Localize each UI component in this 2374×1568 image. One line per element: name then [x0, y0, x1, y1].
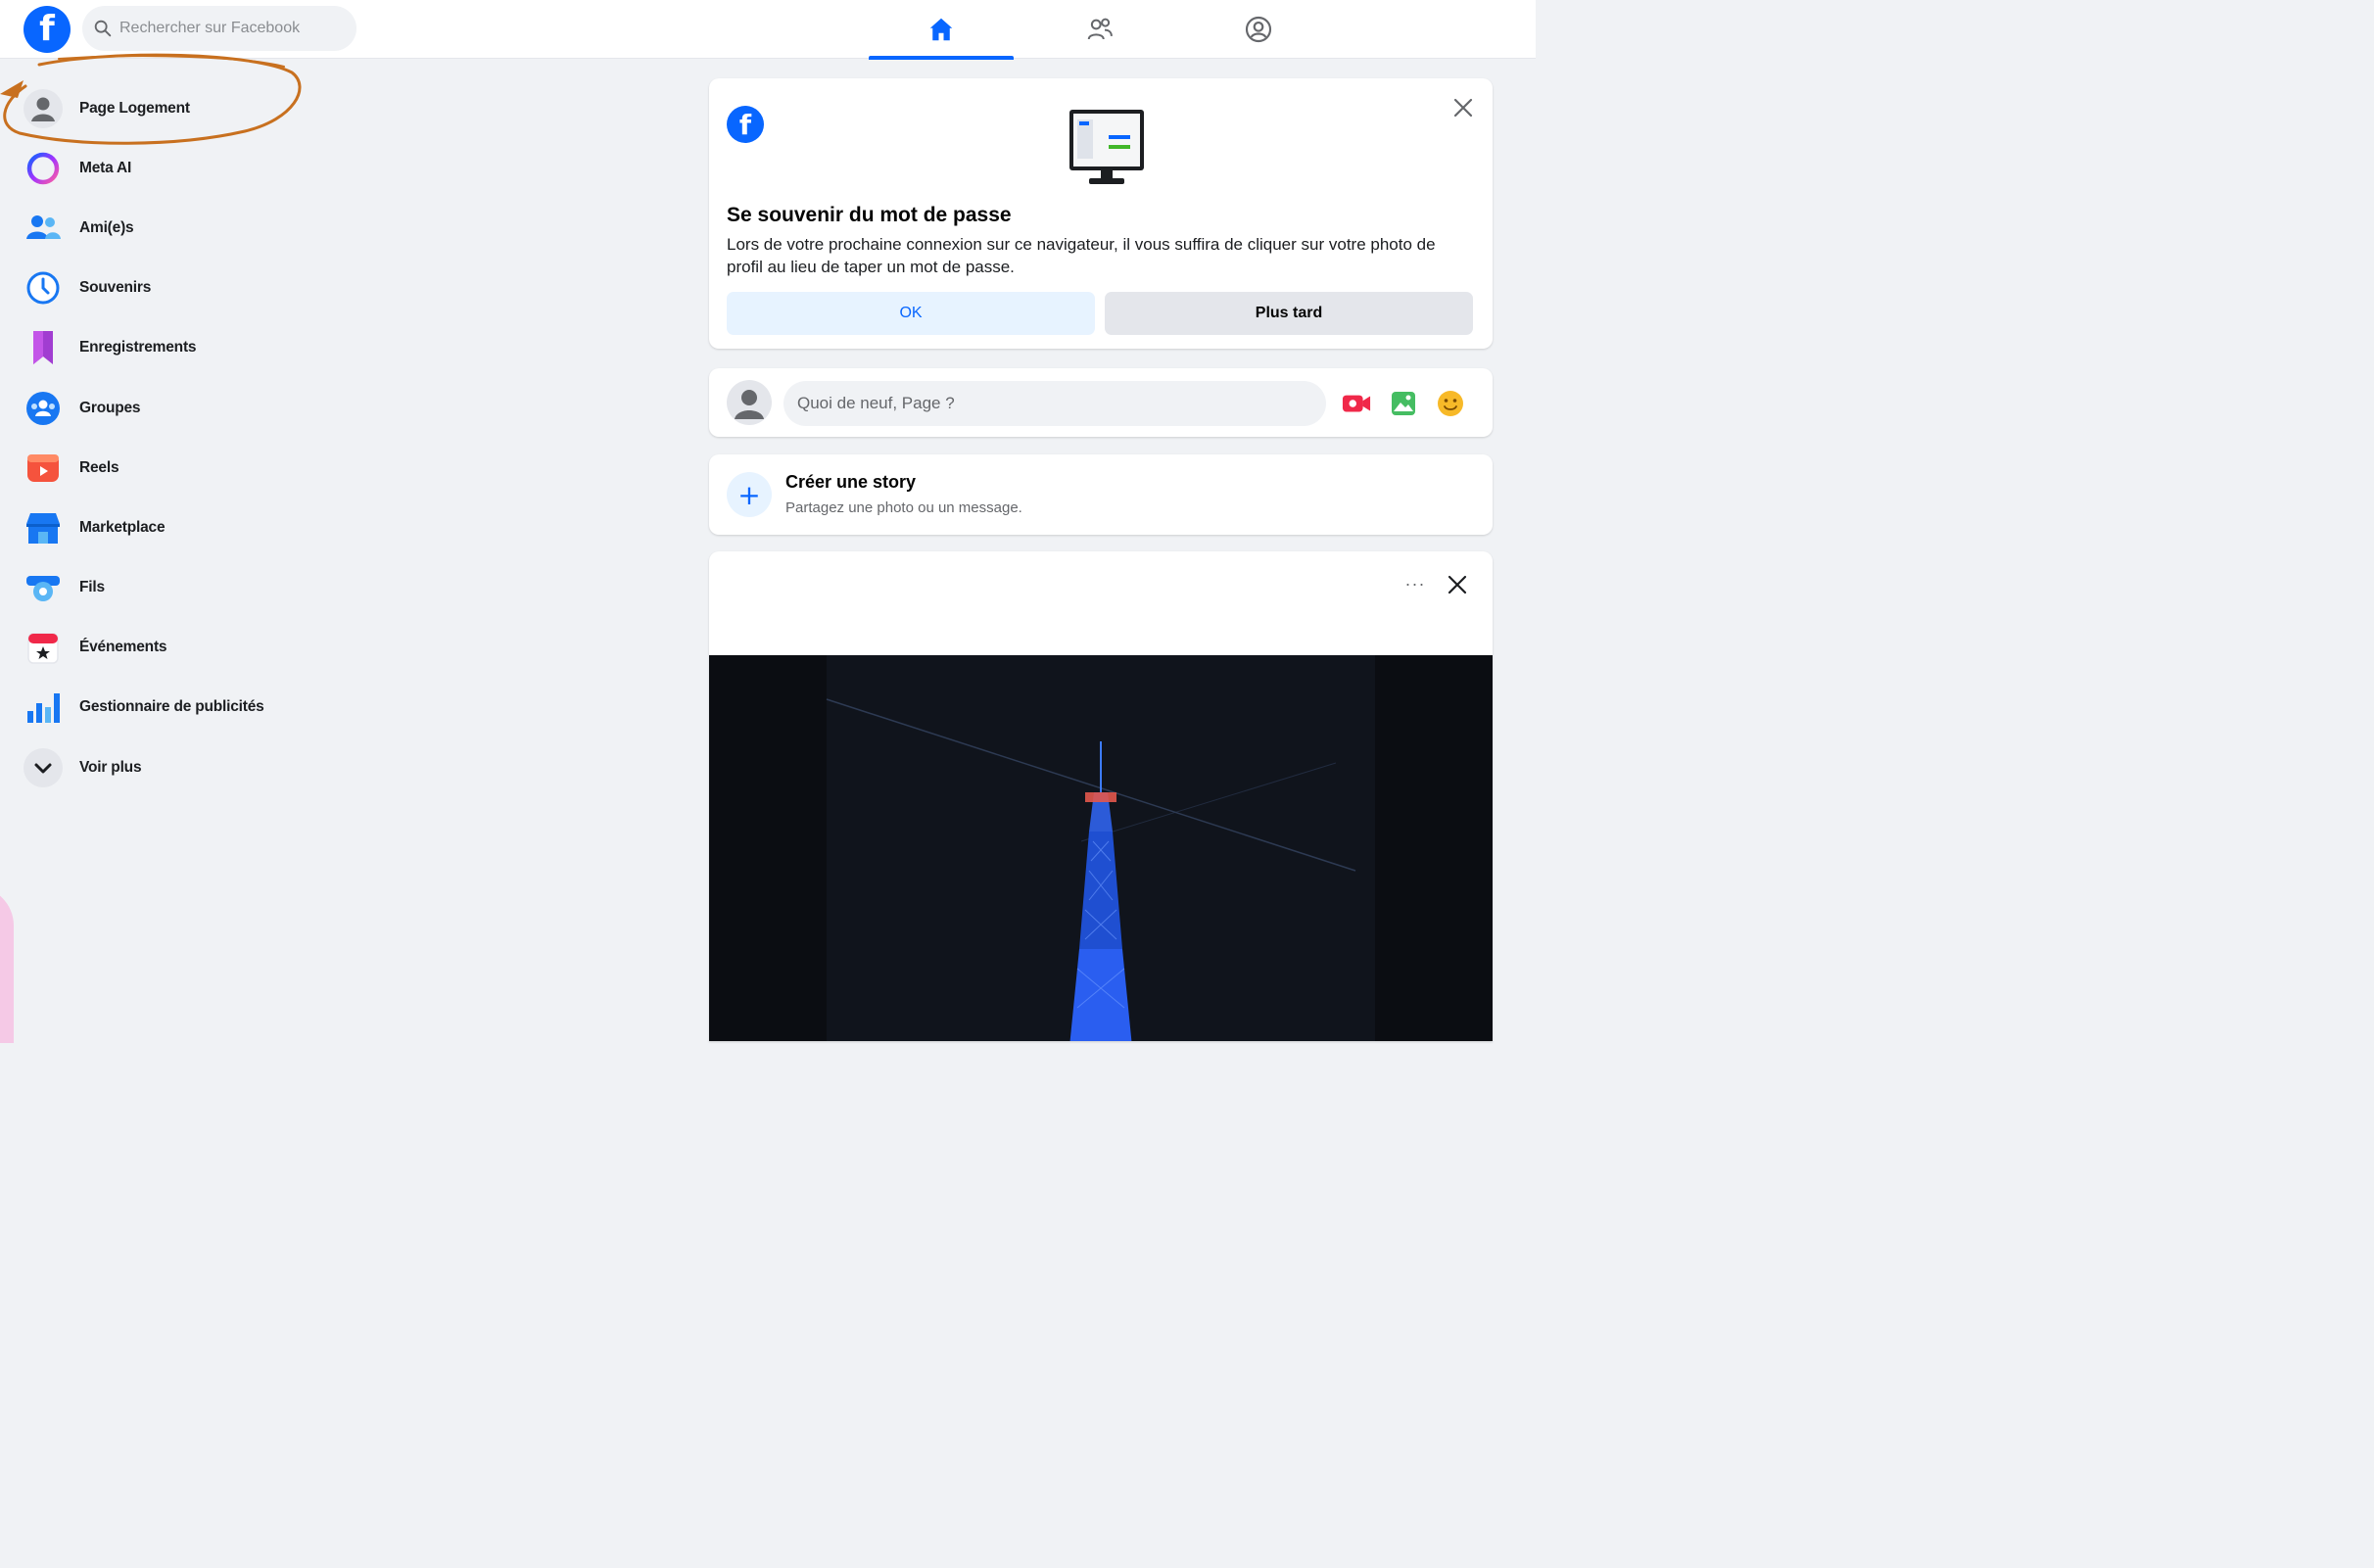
ok-button[interactable]: OK: [727, 292, 1095, 335]
profile-icon: [1245, 16, 1272, 43]
sidebar-item-groups[interactable]: Groupes: [16, 378, 309, 438]
calendar-star-icon: [24, 628, 63, 667]
chevron-down-icon: [24, 747, 63, 787]
sidebar-item-label: Enregistrements: [79, 339, 197, 356]
close-icon[interactable]: [1444, 571, 1471, 598]
search-input[interactable]: [119, 20, 345, 37]
sidebar-item-label: Marketplace: [79, 518, 166, 536]
sidebar-item-label: Voir plus: [79, 758, 142, 776]
bookmark-icon: [24, 328, 63, 367]
story-subtitle: Partagez une photo ou un message.: [785, 499, 1022, 516]
whats-on-your-mind-input[interactable]: [783, 381, 1326, 426]
more-options-icon[interactable]: ···: [1401, 569, 1430, 598]
live-video-icon[interactable]: [1342, 389, 1371, 418]
search-icon: [94, 20, 112, 37]
tab-profile[interactable]: [1186, 0, 1331, 59]
marketplace-shop-icon: [24, 508, 63, 547]
search-box[interactable]: [82, 6, 356, 51]
meta-ai-icon: [24, 149, 63, 188]
photo-icon[interactable]: [1389, 389, 1418, 418]
card-title: Se souvenir du mot de passe: [727, 204, 1012, 226]
sidebar-item-saved[interactable]: Enregistrements: [16, 318, 309, 378]
facebook-logo-icon[interactable]: f: [24, 6, 71, 53]
ads-chart-icon: [24, 688, 63, 727]
sidebar-item-label: Page Logement: [79, 99, 190, 117]
remember-password-card: f Se souvenir du mot de passe Lors de vo…: [709, 78, 1493, 349]
sidebar-item-label: Meta AI: [79, 159, 132, 176]
card-description: Lors de votre prochaine connexion sur ce…: [727, 235, 1436, 276]
sidebar-item-events[interactable]: Événements: [16, 618, 309, 678]
groups-icon: [24, 389, 63, 428]
friends-icon: [1087, 18, 1113, 40]
memories-clock-icon: [24, 268, 63, 308]
tab-friends[interactable]: [1027, 0, 1172, 59]
sidebar-item-meta-ai[interactable]: Meta AI: [16, 138, 309, 198]
sidebar-item-label: Fils: [79, 579, 105, 596]
sidebar-item-memories[interactable]: Souvenirs: [16, 259, 309, 318]
story-title: Créer une story: [785, 472, 917, 492]
post-composer: [709, 368, 1493, 437]
eiffel-tower-night-photo[interactable]: [709, 655, 1493, 1041]
decorative-corner: [0, 886, 14, 1043]
avatar[interactable]: [727, 380, 772, 425]
monitor-illustration-icon: [1069, 110, 1144, 184]
top-navigation-bar: f: [0, 0, 1536, 60]
sidebar-item-reels[interactable]: Reels: [16, 438, 309, 498]
sidebar-item-page-logement[interactable]: Page Logement: [16, 78, 309, 138]
create-story-card[interactable]: + Créer une story Partagez une photo ou …: [709, 454, 1493, 535]
feeds-icon: [24, 568, 63, 607]
sidebar-item-label: Gestionnaire de publicités: [79, 698, 264, 716]
home-icon: [929, 18, 953, 41]
sidebar-item-label: Souvenirs: [79, 279, 152, 297]
close-icon[interactable]: [1449, 94, 1477, 121]
reels-icon: [24, 449, 63, 488]
sidebar-item-marketplace[interactable]: Marketplace: [16, 498, 309, 557]
sidebar-item-see-more[interactable]: Voir plus: [16, 737, 309, 797]
sidebar-item-label: Reels: [79, 458, 119, 476]
sidebar-item-friends[interactable]: Ami(e)s: [16, 198, 309, 258]
plus-icon[interactable]: +: [727, 472, 772, 517]
sidebar-item-ads-manager[interactable]: Gestionnaire de publicités: [16, 678, 309, 737]
later-button[interactable]: Plus tard: [1105, 292, 1473, 335]
feed-post: ···: [709, 551, 1493, 1041]
sidebar-item-feeds[interactable]: Fils: [16, 558, 309, 618]
friends-icon: [24, 209, 63, 248]
sidebar-item-label: Événements: [79, 639, 167, 656]
profile-avatar-icon: [24, 88, 63, 128]
sidebar-item-label: Ami(e)s: [79, 218, 134, 236]
facebook-logo-icon: f: [727, 106, 764, 143]
sidebar-item-label: Groupes: [79, 399, 141, 416]
tab-home[interactable]: [869, 0, 1014, 60]
feeling-smiley-icon[interactable]: [1436, 389, 1465, 418]
left-sidebar: Page Logement Meta AI Ami(e)s Souvenirs …: [16, 78, 309, 797]
